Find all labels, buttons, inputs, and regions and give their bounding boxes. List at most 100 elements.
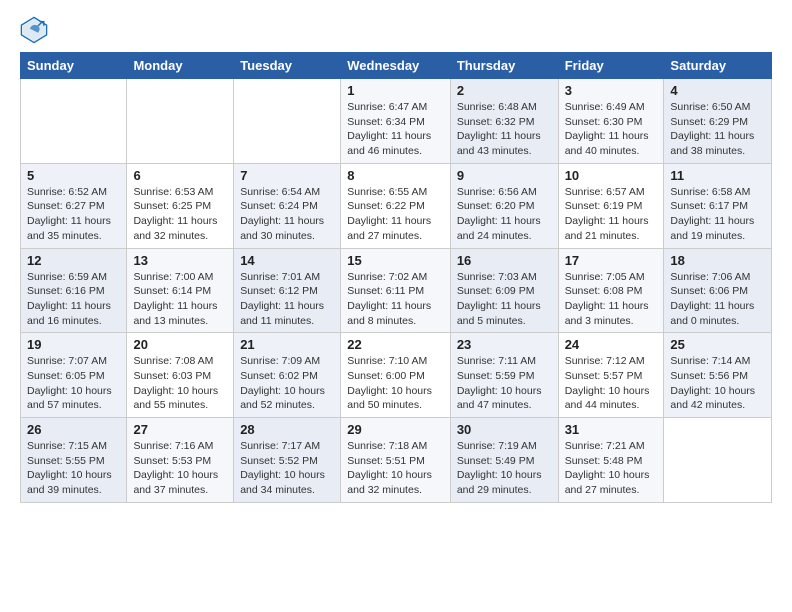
day-info: Sunrise: 6:54 AM Sunset: 6:24 PM Dayligh… [240, 185, 334, 244]
calendar-day-22: 22Sunrise: 7:10 AM Sunset: 6:00 PM Dayli… [341, 333, 451, 418]
calendar-day-27: 27Sunrise: 7:16 AM Sunset: 5:53 PM Dayli… [127, 418, 234, 503]
day-number: 8 [347, 168, 444, 183]
day-number: 13 [133, 253, 227, 268]
day-info: Sunrise: 7:02 AM Sunset: 6:11 PM Dayligh… [347, 270, 444, 329]
calendar-day-6: 6 Sunrise: 6:53 AM Sunset: 6:25 PM Daylig… [127, 163, 234, 248]
day-number: 6 [133, 168, 227, 183]
calendar-day-11: 11 Sunrise: 6:58 AM Sunset: 6:17 PM Dayli… [664, 163, 772, 248]
calendar-day-14: 14 Sunrise: 7:01 AM Sunset: 6:12 PM Dayli… [234, 248, 341, 333]
calendar-week-row: 26 Sunrise: 7:15 AM Sunset: 5:55 PM Dayli… [21, 418, 772, 503]
day-number: 14 [240, 253, 334, 268]
day-info: Sunrise: 6:53 AM Sunset: 6:25 PM Dayligh… [133, 185, 227, 244]
calendar-day-13: 13 Sunrise: 7:00 AM Sunset: 6:14 PM Dayli… [127, 248, 234, 333]
calendar-week-row: 12Sunrise: 6:59 AM Sunset: 6:16 PM Dayli… [21, 248, 772, 333]
day-header-tuesday: Tuesday [234, 53, 341, 79]
day-info: Sunrise: 6:47 AM Sunset: 6:34 PM Dayligh… [347, 100, 444, 159]
day-number: 12 [27, 253, 120, 268]
day-info: Sunrise: 7:06 AM Sunset: 6:06 PM Dayligh… [670, 270, 765, 329]
day-info: Sunrise: 7:21 AM Sunset: 5:48 PM Dayligh… [565, 439, 658, 498]
day-number: 3 [565, 83, 658, 98]
logo [20, 16, 52, 44]
calendar-week-row: 19Sunrise: 7:07 AM Sunset: 6:05 PM Dayli… [21, 333, 772, 418]
calendar-day-29: 29Sunrise: 7:18 AM Sunset: 5:51 PM Dayli… [341, 418, 451, 503]
calendar-day-10: 10 Sunrise: 6:57 AM Sunset: 6:19 PM Dayli… [558, 163, 664, 248]
calendar-day-20: 20 Sunrise: 7:08 AM Sunset: 6:03 PM Dayli… [127, 333, 234, 418]
calendar-header-row: SundayMondayTuesdayWednesdayThursdayFrid… [21, 53, 772, 79]
day-info: Sunrise: 7:03 AM Sunset: 6:09 PM Dayligh… [457, 270, 552, 329]
day-info: Sunrise: 6:50 AM Sunset: 6:29 PM Dayligh… [670, 100, 765, 159]
day-number: 5 [27, 168, 120, 183]
day-info: Sunrise: 7:14 AM Sunset: 5:56 PM Dayligh… [670, 354, 765, 413]
empty-day-cell [664, 418, 772, 503]
day-info: Sunrise: 6:48 AM Sunset: 6:32 PM Dayligh… [457, 100, 552, 159]
day-info: Sunrise: 7:11 AM Sunset: 5:59 PM Dayligh… [457, 354, 552, 413]
day-number: 23 [457, 337, 552, 352]
calendar-day-4: 4 Sunrise: 6:50 AM Sunset: 6:29 PM Daylig… [664, 79, 772, 164]
calendar-day-12: 12Sunrise: 6:59 AM Sunset: 6:16 PM Dayli… [21, 248, 127, 333]
day-number: 10 [565, 168, 658, 183]
day-number: 29 [347, 422, 444, 437]
calendar-day-31: 31 Sunrise: 7:21 AM Sunset: 5:48 PM Dayli… [558, 418, 664, 503]
day-info: Sunrise: 7:19 AM Sunset: 5:49 PM Dayligh… [457, 439, 552, 498]
day-header-sunday: Sunday [21, 53, 127, 79]
day-info: Sunrise: 6:58 AM Sunset: 6:17 PM Dayligh… [670, 185, 765, 244]
day-number: 4 [670, 83, 765, 98]
day-info: Sunrise: 7:07 AM Sunset: 6:05 PM Dayligh… [27, 354, 120, 413]
day-header-thursday: Thursday [450, 53, 558, 79]
day-number: 18 [670, 253, 765, 268]
day-number: 2 [457, 83, 552, 98]
day-info: Sunrise: 7:15 AM Sunset: 5:55 PM Dayligh… [27, 439, 120, 498]
empty-day-cell [127, 79, 234, 164]
calendar-day-26: 26 Sunrise: 7:15 AM Sunset: 5:55 PM Dayli… [21, 418, 127, 503]
day-number: 11 [670, 168, 765, 183]
day-number: 21 [240, 337, 334, 352]
day-number: 24 [565, 337, 658, 352]
day-info: Sunrise: 7:17 AM Sunset: 5:52 PM Dayligh… [240, 439, 334, 498]
day-number: 26 [27, 422, 120, 437]
calendar-day-5: 5 Sunrise: 6:52 AM Sunset: 6:27 PM Daylig… [21, 163, 127, 248]
calendar-day-2: 2 Sunrise: 6:48 AM Sunset: 6:32 PM Daylig… [450, 79, 558, 164]
day-number: 9 [457, 168, 552, 183]
empty-day-cell [234, 79, 341, 164]
day-info: Sunrise: 6:56 AM Sunset: 6:20 PM Dayligh… [457, 185, 552, 244]
day-number: 25 [670, 337, 765, 352]
day-info: Sunrise: 7:16 AM Sunset: 5:53 PM Dayligh… [133, 439, 227, 498]
day-header-saturday: Saturday [664, 53, 772, 79]
day-info: Sunrise: 6:57 AM Sunset: 6:19 PM Dayligh… [565, 185, 658, 244]
day-header-wednesday: Wednesday [341, 53, 451, 79]
calendar-week-row: 5 Sunrise: 6:52 AM Sunset: 6:27 PM Daylig… [21, 163, 772, 248]
calendar-day-21: 21 Sunrise: 7:09 AM Sunset: 6:02 PM Dayli… [234, 333, 341, 418]
calendar-day-7: 7Sunrise: 6:54 AM Sunset: 6:24 PM Daylig… [234, 163, 341, 248]
calendar-day-3: 3Sunrise: 6:49 AM Sunset: 6:30 PM Daylig… [558, 79, 664, 164]
day-info: Sunrise: 7:12 AM Sunset: 5:57 PM Dayligh… [565, 354, 658, 413]
logo-icon [20, 16, 48, 44]
calendar-day-8: 8 Sunrise: 6:55 AM Sunset: 6:22 PM Daylig… [341, 163, 451, 248]
page-header [20, 16, 772, 44]
day-info: Sunrise: 7:08 AM Sunset: 6:03 PM Dayligh… [133, 354, 227, 413]
calendar-day-15: 15 Sunrise: 7:02 AM Sunset: 6:11 PM Dayli… [341, 248, 451, 333]
day-header-friday: Friday [558, 53, 664, 79]
calendar-day-25: 25 Sunrise: 7:14 AM Sunset: 5:56 PM Dayli… [664, 333, 772, 418]
calendar-day-9: 9 Sunrise: 6:56 AM Sunset: 6:20 PM Daylig… [450, 163, 558, 248]
day-info: Sunrise: 6:55 AM Sunset: 6:22 PM Dayligh… [347, 185, 444, 244]
day-number: 17 [565, 253, 658, 268]
day-number: 15 [347, 253, 444, 268]
day-number: 20 [133, 337, 227, 352]
calendar-day-1: 1 Sunrise: 6:47 AM Sunset: 6:34 PM Daylig… [341, 79, 451, 164]
calendar-day-17: 17 Sunrise: 7:05 AM Sunset: 6:08 PM Dayli… [558, 248, 664, 333]
day-info: Sunrise: 7:09 AM Sunset: 6:02 PM Dayligh… [240, 354, 334, 413]
calendar-day-23: 23 Sunrise: 7:11 AM Sunset: 5:59 PM Dayli… [450, 333, 558, 418]
calendar-week-row: 1 Sunrise: 6:47 AM Sunset: 6:34 PM Daylig… [21, 79, 772, 164]
day-number: 28 [240, 422, 334, 437]
day-header-monday: Monday [127, 53, 234, 79]
day-info: Sunrise: 7:01 AM Sunset: 6:12 PM Dayligh… [240, 270, 334, 329]
calendar-day-18: 18 Sunrise: 7:06 AM Sunset: 6:06 PM Dayli… [664, 248, 772, 333]
day-info: Sunrise: 7:05 AM Sunset: 6:08 PM Dayligh… [565, 270, 658, 329]
day-number: 1 [347, 83, 444, 98]
day-number: 31 [565, 422, 658, 437]
day-info: Sunrise: 6:52 AM Sunset: 6:27 PM Dayligh… [27, 185, 120, 244]
calendar-day-16: 16Sunrise: 7:03 AM Sunset: 6:09 PM Dayli… [450, 248, 558, 333]
calendar-day-30: 30Sunrise: 7:19 AM Sunset: 5:49 PM Dayli… [450, 418, 558, 503]
day-info: Sunrise: 7:00 AM Sunset: 6:14 PM Dayligh… [133, 270, 227, 329]
calendar-day-24: 24 Sunrise: 7:12 AM Sunset: 5:57 PM Dayli… [558, 333, 664, 418]
